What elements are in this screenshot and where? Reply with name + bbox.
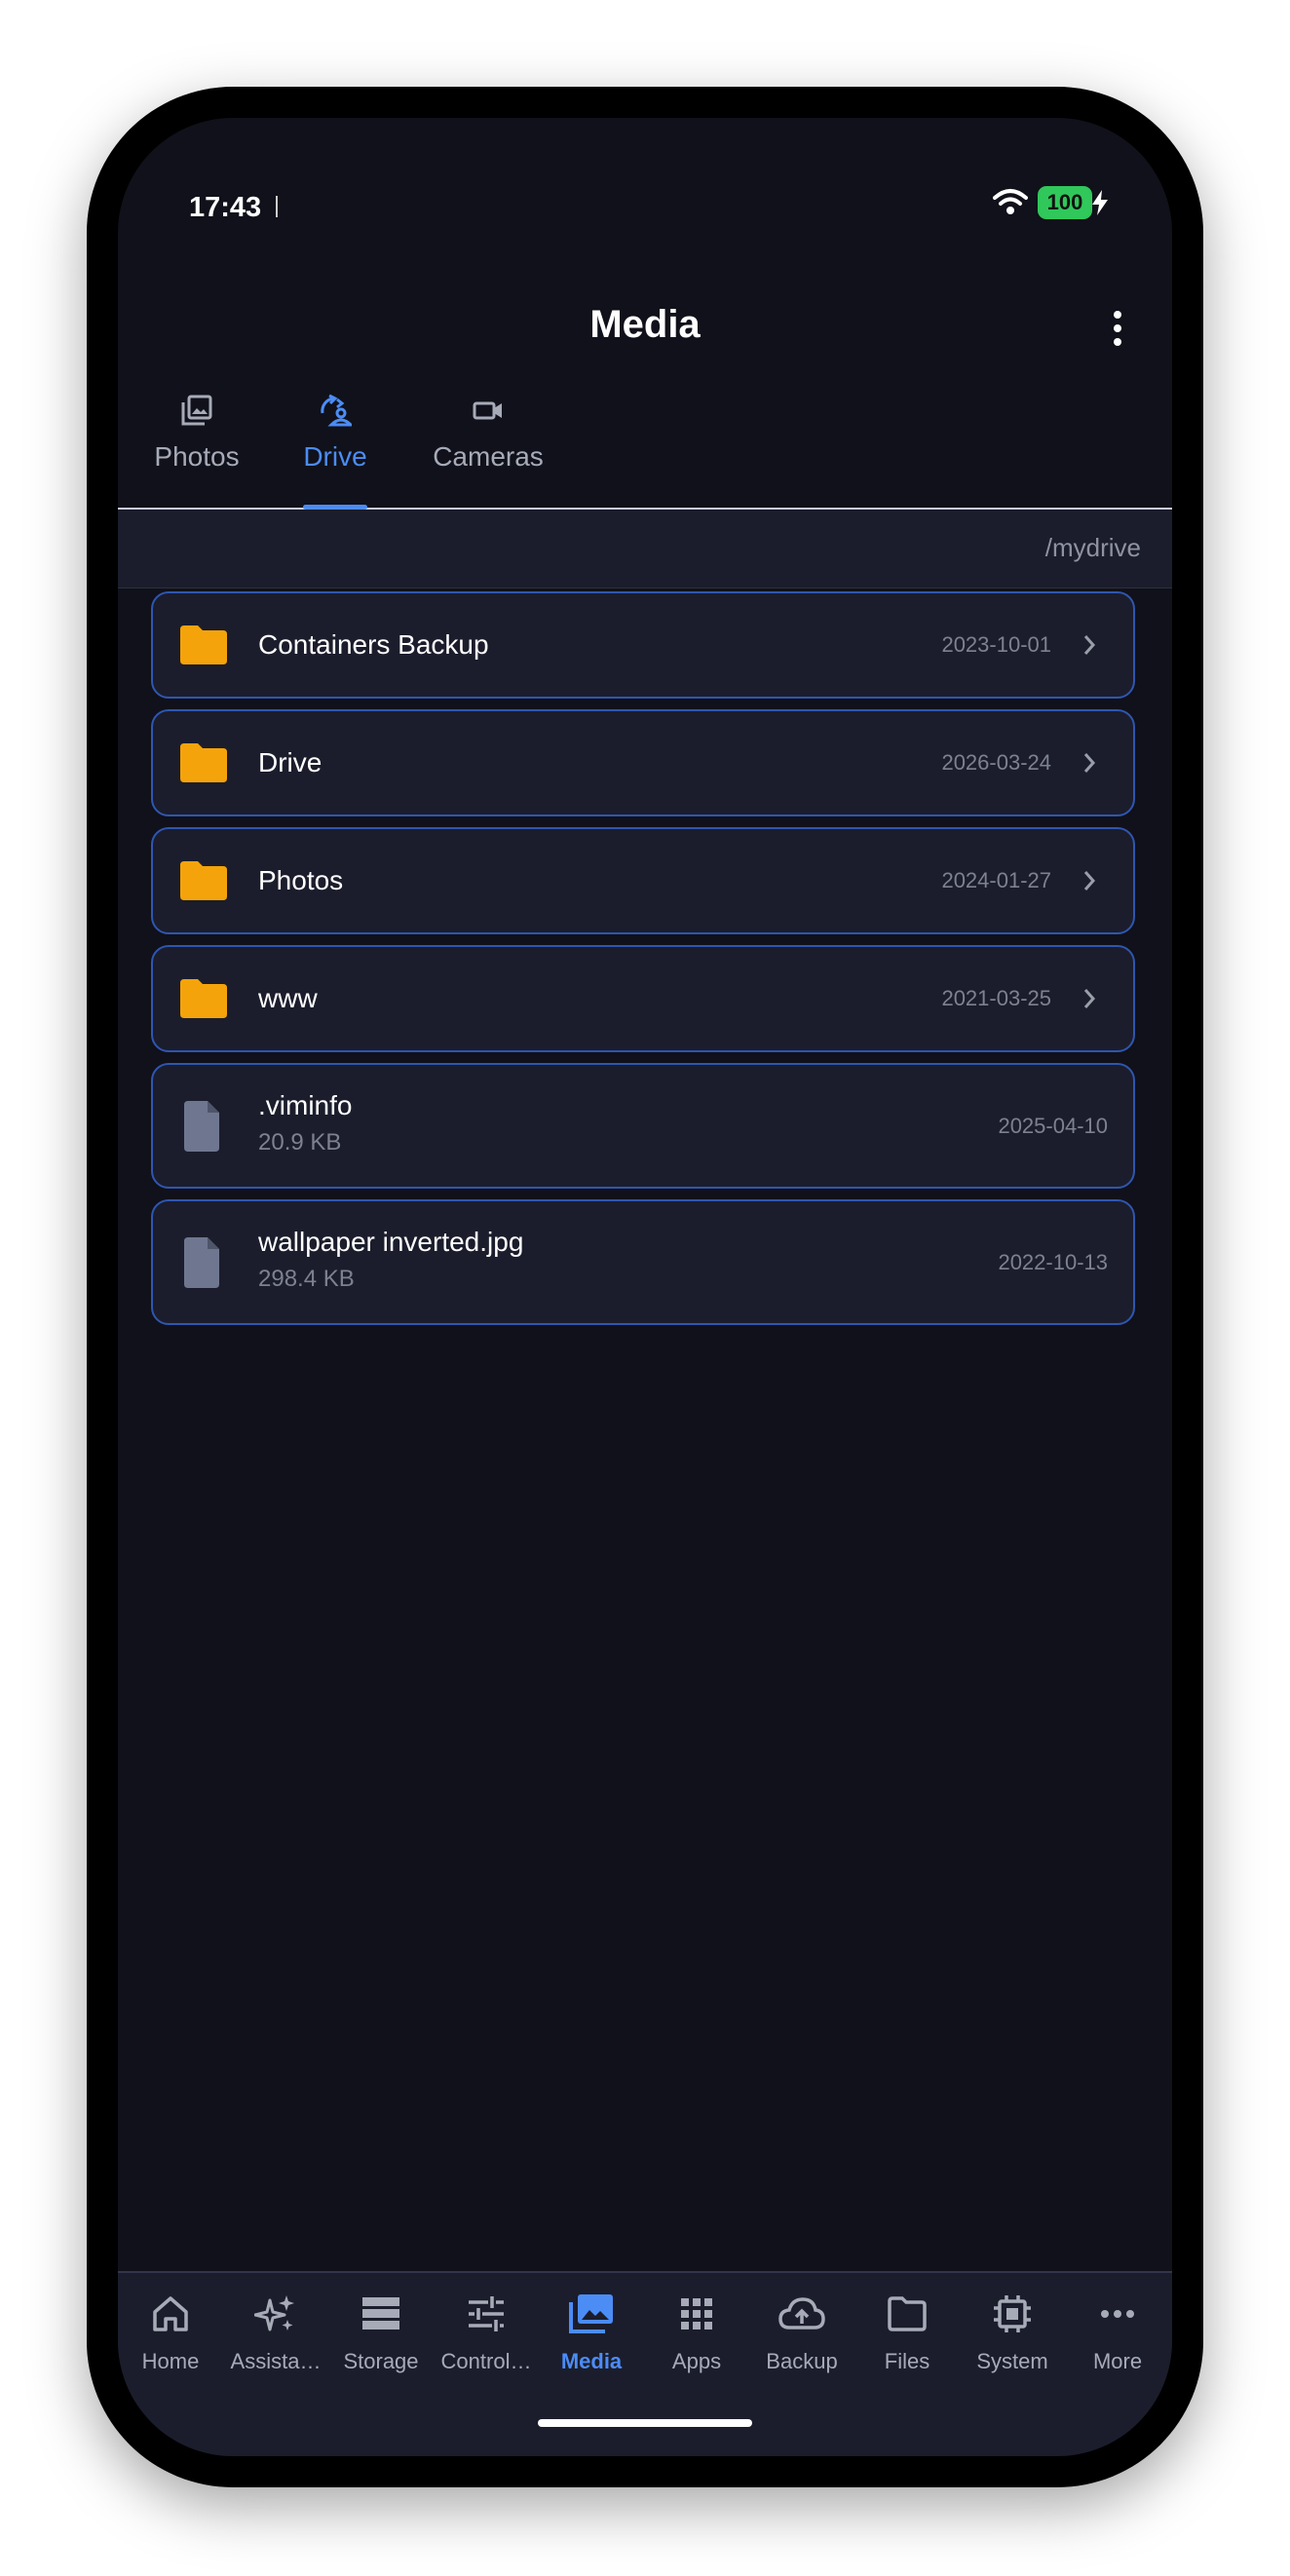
nav-label: More bbox=[1092, 2349, 1143, 2373]
item-date: 2021-03-25 bbox=[941, 986, 1051, 1010]
chevron-right-icon bbox=[1083, 871, 1096, 890]
item-name: .viminfo bbox=[258, 1090, 353, 1120]
page-title: Media bbox=[589, 303, 701, 346]
nav-backup[interactable]: Backup bbox=[749, 2292, 854, 2374]
battery-indicator: 100 bbox=[1038, 186, 1092, 219]
tab-bar: Photos Drive Cameras bbox=[118, 391, 1172, 510]
photo-library-icon bbox=[181, 395, 212, 426]
item-name: wallpaper inverted.jpg bbox=[258, 1227, 524, 1257]
item-name: Containers Backup bbox=[258, 629, 489, 660]
item-date: 2022-10-13 bbox=[998, 1249, 1108, 1274]
nav-label: Files bbox=[884, 2349, 930, 2373]
nav-label: Assista… bbox=[230, 2349, 322, 2373]
status-time: 17:43 bbox=[189, 192, 262, 223]
charging-bolt-icon bbox=[1092, 190, 1108, 215]
tab-cameras[interactable]: Cameras bbox=[432, 391, 545, 508]
item-date: 2025-04-10 bbox=[998, 1113, 1108, 1138]
item-date: 2024-01-27 bbox=[941, 868, 1051, 892]
file-row[interactable]: wallpaper inverted.jpg 298.4 KB 2022-10-… bbox=[151, 1199, 1135, 1325]
nav-assistant[interactable]: Assista… bbox=[223, 2292, 328, 2374]
nav-label: Apps bbox=[671, 2349, 722, 2373]
folder-row[interactable]: Drive 2026-03-24 bbox=[151, 709, 1135, 816]
folder-row[interactable]: www 2021-03-25 bbox=[151, 945, 1135, 1052]
nav-label: Media bbox=[560, 2349, 623, 2373]
file-icon bbox=[184, 1100, 219, 1152]
item-name: Photos bbox=[258, 865, 344, 895]
apps-grid-icon bbox=[681, 2298, 712, 2330]
nav-label: System bbox=[976, 2349, 1048, 2373]
app-screen: 17:43 100 Media Photos Drive Cameras /my… bbox=[118, 118, 1172, 2456]
nav-files[interactable]: Files bbox=[854, 2292, 960, 2374]
drive-sync-icon bbox=[321, 394, 352, 427]
tab-drive[interactable]: Drive bbox=[303, 391, 367, 510]
folder-icon bbox=[180, 743, 227, 782]
folder-icon bbox=[180, 625, 227, 664]
tab-label: Photos bbox=[154, 441, 240, 472]
tab-label: Drive bbox=[303, 441, 367, 472]
current-path: /mydrive bbox=[1044, 533, 1141, 562]
item-date: 2023-10-01 bbox=[941, 632, 1051, 657]
folder-icon bbox=[180, 979, 227, 1018]
item-date: 2026-03-24 bbox=[941, 750, 1051, 775]
nav-control[interactable]: Control… bbox=[434, 2292, 539, 2374]
nav-storage[interactable]: Storage bbox=[328, 2292, 434, 2374]
photo-library-icon bbox=[569, 2294, 613, 2333]
folder-icon bbox=[888, 2296, 927, 2331]
sliders-icon bbox=[469, 2296, 504, 2331]
video-camera-icon bbox=[473, 401, 502, 420]
item-size: 20.9 KB bbox=[258, 1129, 342, 1155]
storage-icon bbox=[362, 2297, 399, 2330]
more-vert-icon[interactable] bbox=[1112, 311, 1123, 348]
home-indicator[interactable] bbox=[538, 2419, 752, 2427]
item-size: 298.4 KB bbox=[258, 1266, 355, 1292]
folder-row[interactable]: Photos 2024-01-27 bbox=[151, 827, 1135, 934]
nav-system[interactable]: System bbox=[960, 2292, 1065, 2374]
sparkles-icon bbox=[254, 2295, 294, 2331]
more-horizontal-icon bbox=[1101, 2310, 1134, 2318]
nav-more[interactable]: More bbox=[1065, 2292, 1170, 2374]
bottom-nav: Home Assista… Storage Control… Media App… bbox=[118, 2271, 1172, 2456]
tab-photos[interactable]: Photos bbox=[151, 391, 243, 508]
nav-label: Home bbox=[141, 2349, 200, 2373]
file-row[interactable]: .viminfo 20.9 KB 2025-04-10 bbox=[151, 1063, 1135, 1189]
chevron-right-icon bbox=[1083, 989, 1096, 1008]
chevron-right-icon bbox=[1083, 635, 1096, 655]
nav-apps[interactable]: Apps bbox=[644, 2292, 749, 2374]
home-icon bbox=[153, 2296, 188, 2331]
file-icon bbox=[184, 1236, 219, 1288]
wifi-icon bbox=[993, 189, 1028, 214]
chevron-right-icon bbox=[1083, 753, 1096, 773]
phone-frame: 17:43 100 Media Photos Drive Cameras /my… bbox=[87, 87, 1203, 2487]
cloud-upload-icon bbox=[778, 2297, 825, 2330]
item-name: www bbox=[258, 983, 318, 1013]
status-bar: 17:43 100 bbox=[118, 118, 1172, 235]
nav-label: Control… bbox=[440, 2349, 532, 2373]
nav-label: Storage bbox=[343, 2349, 419, 2373]
location-indicator-icon bbox=[276, 196, 278, 217]
tab-label: Cameras bbox=[433, 441, 544, 472]
folder-icon bbox=[180, 861, 227, 900]
nav-media[interactable]: Media bbox=[539, 2292, 644, 2374]
path-bar: /mydrive bbox=[118, 510, 1172, 588]
item-name: Drive bbox=[258, 747, 322, 777]
chip-icon bbox=[994, 2295, 1031, 2332]
nav-home[interactable]: Home bbox=[118, 2292, 223, 2374]
nav-label: Backup bbox=[766, 2349, 838, 2373]
folder-row[interactable]: Containers Backup 2023-10-01 bbox=[151, 591, 1135, 699]
